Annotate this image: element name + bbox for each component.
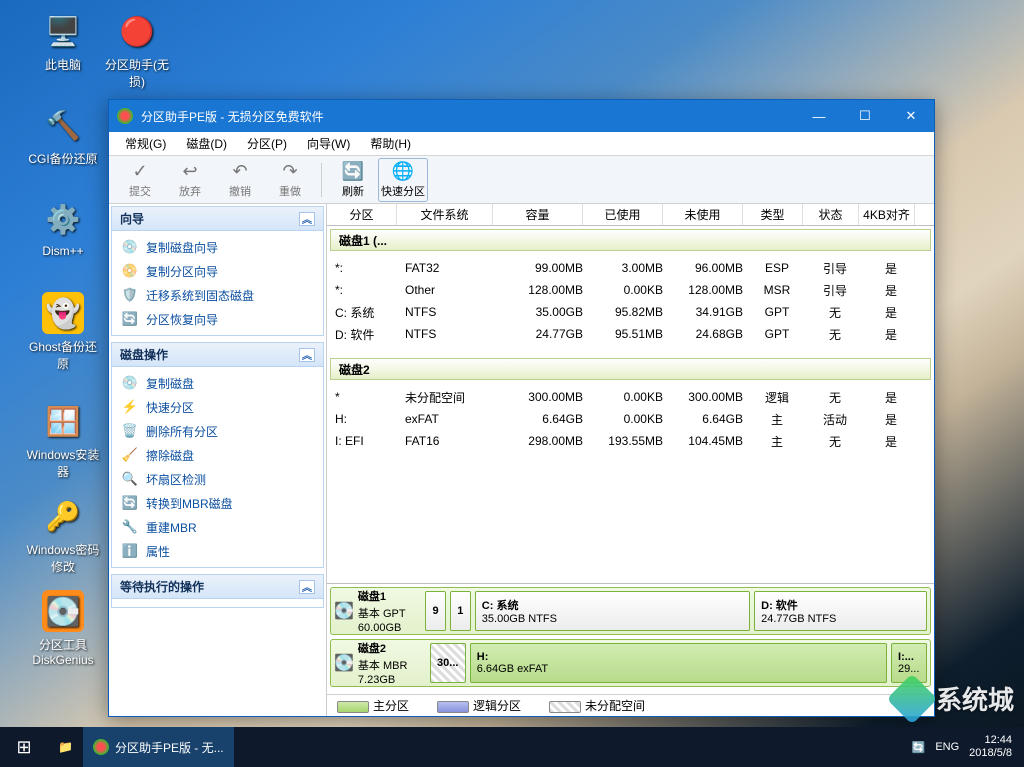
taskbar: ⊞ 📁 分区助手PE版 - 无... 🔄 ENG 12:44 2018/5/8 [0,727,1024,767]
app-window: 分区助手PE版 - 无损分区免费软件 — ☐ ✕ 常规(G)磁盘(D)分区(P)… [108,99,935,717]
toolbar-提交[interactable]: ✓提交 [115,158,165,202]
sidebar-item[interactable]: 🗑️删除所有分区 [112,419,323,443]
column-header[interactable]: 类型 [743,204,803,225]
disk-segment[interactable]: 9 [425,591,446,631]
partition-row[interactable]: I: EFIFAT16298.00MB193.55MB104.45MB主无是 [327,430,934,452]
titlebar[interactable]: 分区助手PE版 - 无损分区免费软件 — ☐ ✕ [109,100,934,132]
taskbar-app-label: 分区助手PE版 - 无... [115,739,224,756]
partition-row[interactable]: H:exFAT6.64GB0.00KB6.64GB主活动是 [327,408,934,430]
menu-item[interactable]: 分区(P) [237,133,297,154]
collapse-icon[interactable]: ︽ [299,348,315,362]
main-pane: 分区文件系统容量已使用未使用类型状态4KB对齐 磁盘1 (... *:FAT329… [327,204,934,716]
collapse-icon[interactable]: ︽ [299,212,315,226]
column-header[interactable]: 已使用 [583,204,663,225]
desktop-icon[interactable]: 🖥️此电脑 [24,10,102,73]
column-header[interactable]: 分区 [327,204,397,225]
partition-row[interactable]: *未分配空间300.00MB0.00KB300.00MB逻辑无是 [327,386,934,408]
legend-item: 未分配空间 [549,697,645,714]
disk-segment[interactable]: 1 [450,591,471,631]
sidebar-item[interactable]: 🛡️迁移系统到固态磁盘 [112,283,323,307]
disk-segment[interactable]: D: 软件24.77GB NTFS [754,591,927,631]
taskbar-app-active[interactable]: 分区助手PE版 - 无... [83,727,234,767]
sidebar-item[interactable]: 🔍坏扇区检测 [112,467,323,491]
minimize-button[interactable]: — [796,100,842,132]
column-header[interactable]: 4KB对齐 [859,204,915,225]
sidebar-item[interactable]: ⚡快速分区 [112,395,323,419]
menu-item[interactable]: 向导(W) [297,133,360,154]
partition-row[interactable]: *:FAT3299.00MB3.00MB96.00MBESP引导是 [327,257,934,279]
legend: 主分区 逻辑分区 未分配空间 [327,694,934,716]
maximize-button[interactable]: ☐ [842,100,888,132]
partition-row[interactable]: C: 系统NTFS35.00GB95.82MB34.91GBGPT无是 [327,301,934,323]
disk-segment[interactable]: H:6.64GB exFAT [470,643,887,683]
app-icon [117,108,133,124]
disk-segment[interactable]: C: 系统35.00GB NTFS [475,591,750,631]
legend-item: 逻辑分区 [437,697,521,714]
sidebar-item[interactable]: 🧹擦除磁盘 [112,443,323,467]
watermark-logo-icon [887,673,938,724]
desktop-icon[interactable]: 🔨CGI备份还原 [24,104,102,167]
column-header[interactable]: 文件系统 [397,204,493,225]
tray-lang[interactable]: ENG [935,741,959,753]
sidebar-item[interactable]: 📀复制分区向导 [112,259,323,283]
column-header[interactable]: 状态 [803,204,859,225]
desktop-icon[interactable]: 👻Ghost备份还原 [24,292,102,372]
partition-row[interactable]: D: 软件NTFS24.77GB95.51MB24.68GBGPT无是 [327,323,934,345]
disk-maps: 💽磁盘1基本 GPT60.00GB91C: 系统35.00GB NTFSD: 软… [327,583,934,694]
column-header[interactable]: 未使用 [663,204,743,225]
tray-clock[interactable]: 12:44 2018/5/8 [969,734,1012,760]
toolbar-撤销[interactable]: ↶撤销 [215,158,265,202]
partition-row[interactable]: *:Other128.00MB0.00KB128.00MBMSR引导是 [327,279,934,301]
panel-wizard: 向导︽ 💿复制磁盘向导📀复制分区向导🛡️迁移系统到固态磁盘🔄分区恢复向导 [111,206,324,336]
system-tray[interactable]: 🔄 ENG 12:44 2018/5/8 [900,734,1024,760]
disk-segment[interactable]: 30... [430,643,466,683]
start-button[interactable]: ⊞ [0,727,48,767]
sidebar-item[interactable]: 🔧重建MBR [112,515,323,539]
menubar: 常规(G)磁盘(D)分区(P)向导(W)帮助(H) [109,132,934,156]
sidebar-item[interactable]: 💿复制磁盘向导 [112,235,323,259]
desktop-icon[interactable]: ⚙️Dism++ [24,198,102,258]
sidebar-item[interactable]: 🔄分区恢复向导 [112,307,323,331]
sidebar: 向导︽💿复制磁盘向导📀复制分区向导🛡️迁移系统到固态磁盘🔄分区恢复向导磁盘操作︽… [109,204,327,716]
toolbar-重做[interactable]: ↷重做 [265,158,315,202]
desktop-icon[interactable]: 💽分区工具DiskGenius [24,590,102,667]
toolbar: ✓提交↩放弃↶撤销↷重做 🔄刷新🌐快速分区 [109,156,934,204]
collapse-icon[interactable]: ︽ [299,580,315,594]
taskbar-app-icon [93,739,109,755]
panel-header[interactable]: 向导︽ [112,207,323,231]
tray-sync-icon[interactable]: 🔄 [912,741,926,754]
desktop-icon[interactable]: 🔑Windows密码修改 [24,495,102,575]
disk-icon: 💽 [334,643,354,683]
disk-map[interactable]: 💽磁盘1基本 GPT60.00GB91C: 系统35.00GB NTFSD: 软… [330,587,931,635]
column-header[interactable]: 容量 [493,204,583,225]
toolbar-快速分区[interactable]: 🌐快速分区 [378,158,428,202]
panel-header[interactable]: 等待执行的操作︽ [112,575,323,599]
menu-item[interactable]: 常规(G) [115,133,176,154]
window-title: 分区助手PE版 - 无损分区免费软件 [141,108,324,125]
desktop-icon[interactable]: 🪟Windows安装器 [24,400,102,480]
sidebar-item[interactable]: ℹ️属性 [112,539,323,563]
panel-header[interactable]: 磁盘操作︽ [112,343,323,367]
disk-map[interactable]: 💽磁盘2基本 MBR7.23GB30...H:6.64GB exFATI:...… [330,639,931,687]
toolbar-刷新[interactable]: 🔄刷新 [328,158,378,202]
taskbar-explorer[interactable]: 📁 [48,727,83,767]
menu-item[interactable]: 磁盘(D) [176,133,237,154]
legend-item: 主分区 [337,697,409,714]
panel-pending: 等待执行的操作︽ [111,574,324,608]
panel-disk: 磁盘操作︽ 💿复制磁盘⚡快速分区🗑️删除所有分区🧹擦除磁盘🔍坏扇区检测🔄转换到MB… [111,342,324,568]
disk-group-header[interactable]: 磁盘2 [330,358,931,380]
grid-body[interactable]: 磁盘1 (... *:FAT3299.00MB3.00MB96.00MBESP引导… [327,226,934,583]
disk-icon: 💽 [334,591,354,631]
menu-item[interactable]: 帮助(H) [360,133,421,154]
desktop-icon[interactable]: 🔴分区助手(无损) [98,10,176,90]
sidebar-item[interactable]: 🔄转换到MBR磁盘 [112,491,323,515]
watermark: 系统城 [894,680,1014,717]
disk-group-header[interactable]: 磁盘1 (... [330,229,931,251]
sidebar-item[interactable]: 💿复制磁盘 [112,371,323,395]
grid-header: 分区文件系统容量已使用未使用类型状态4KB对齐 [327,204,934,226]
close-button[interactable]: ✕ [888,100,934,132]
toolbar-放弃[interactable]: ↩放弃 [165,158,215,202]
